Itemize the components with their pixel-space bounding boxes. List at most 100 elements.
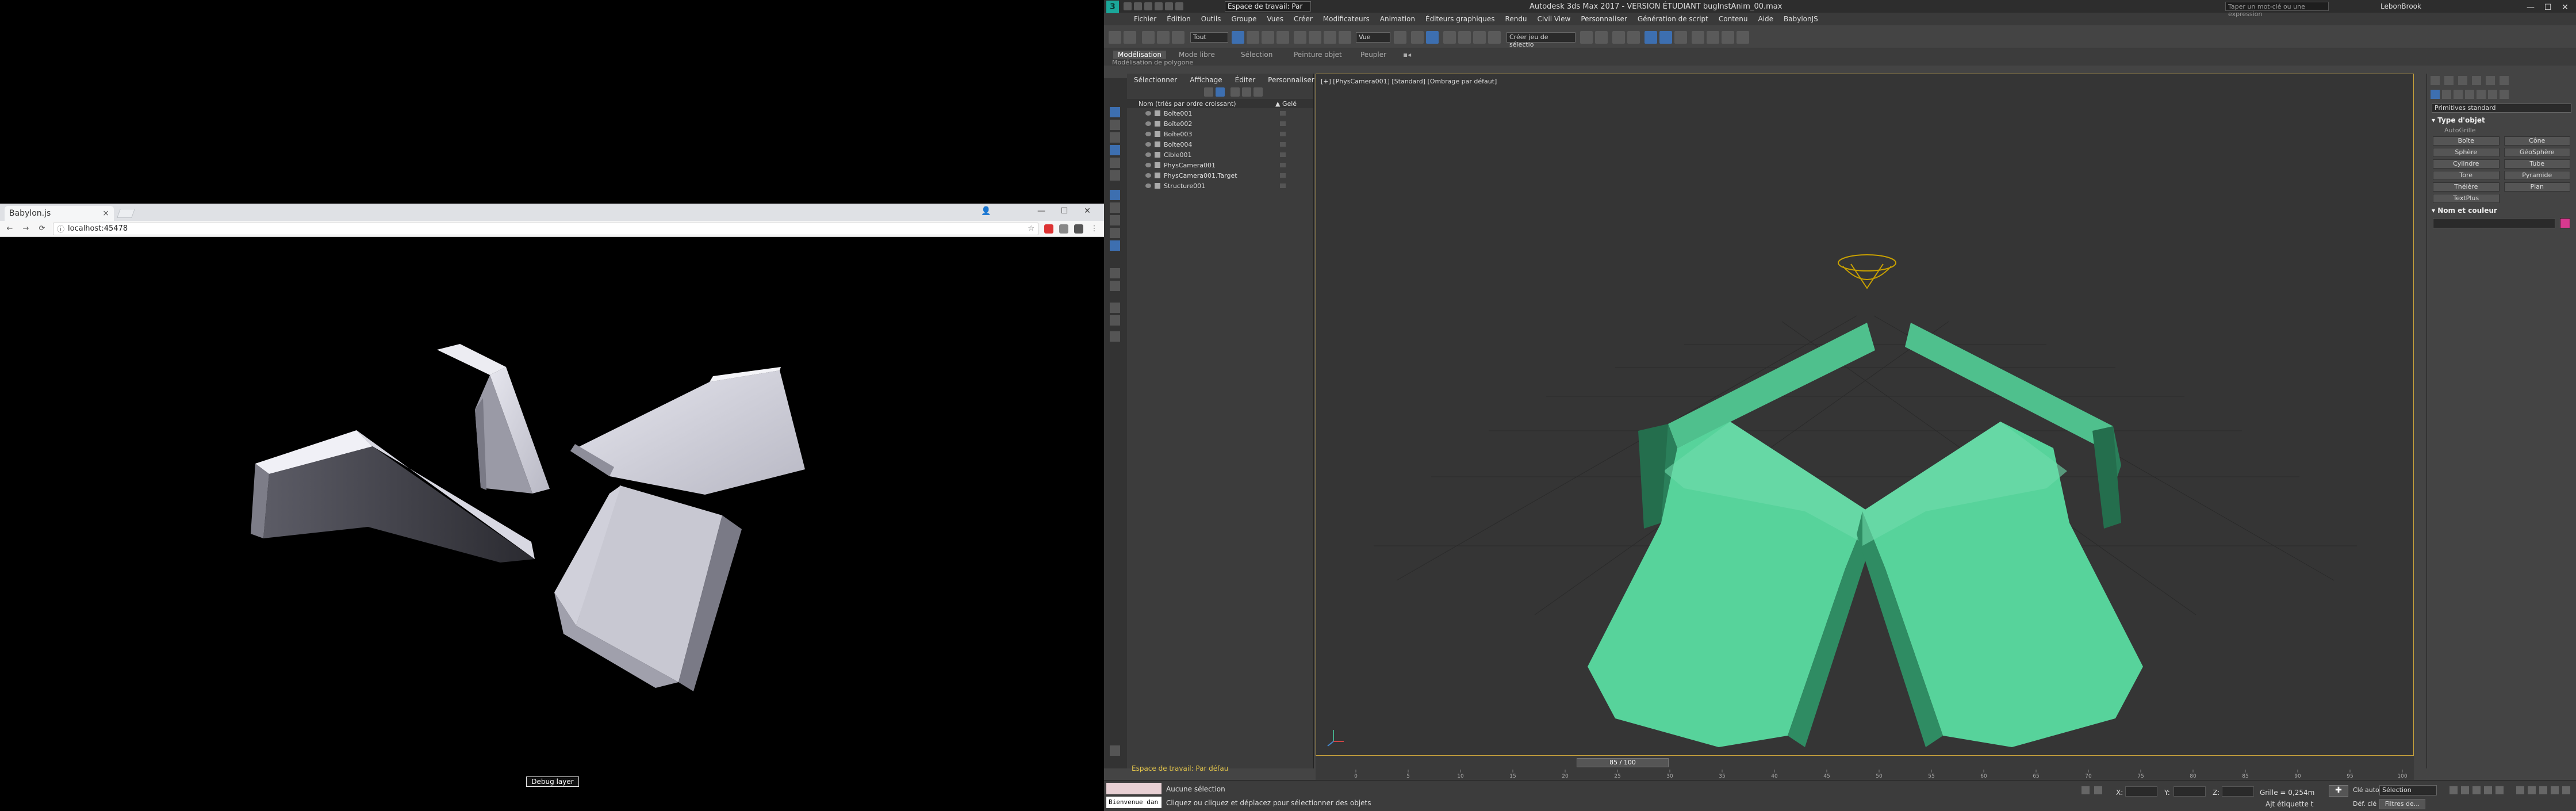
shapes-icon[interactable] bbox=[2442, 90, 2451, 99]
close-window-button[interactable]: ✕ bbox=[1081, 206, 1094, 217]
next-frame-icon[interactable] bbox=[2484, 786, 2492, 794]
extension-icon[interactable] bbox=[1044, 224, 1053, 234]
create-cylinder-button[interactable]: Cylindre bbox=[2433, 159, 2500, 169]
display-xrefs-icon[interactable] bbox=[1110, 202, 1120, 213]
autogrid-checkbox[interactable]: AutoGrille bbox=[2444, 127, 2559, 134]
spacewarps-icon[interactable] bbox=[2488, 90, 2497, 99]
auto-key-button[interactable]: Clé auto bbox=[2353, 786, 2379, 794]
object-color-swatch[interactable] bbox=[2560, 218, 2570, 228]
create-box-button[interactable]: Boîte bbox=[2433, 136, 2500, 146]
keyword-search-input[interactable]: Taper un mot-clé ou une expression bbox=[2225, 2, 2329, 18]
bookmark-star-icon[interactable]: ☆ bbox=[1028, 224, 1034, 233]
hierarchy-tab-icon[interactable] bbox=[2458, 76, 2467, 85]
angle-snap-icon[interactable] bbox=[1458, 31, 1471, 44]
ribbon-tab[interactable]: Mode libre bbox=[1179, 51, 1215, 59]
3dsmax-logo-icon[interactable]: 3 bbox=[1106, 1, 1119, 13]
display-geometry-icon[interactable] bbox=[1110, 107, 1120, 117]
freeze-icon[interactable] bbox=[1280, 152, 1286, 157]
render-setup-icon[interactable] bbox=[1692, 31, 1704, 44]
tab-close-icon[interactable]: × bbox=[102, 209, 109, 218]
browser-profile-icon[interactable]: 👤 bbox=[980, 206, 992, 217]
maximize-viewport-icon[interactable] bbox=[2562, 786, 2570, 794]
maxscript-listener[interactable] bbox=[1106, 783, 1162, 794]
region-select-icon[interactable] bbox=[1262, 31, 1274, 44]
menu-item[interactable]: Créer bbox=[1294, 15, 1313, 23]
menu-item[interactable]: Animation bbox=[1380, 15, 1415, 23]
explorer-options-icon[interactable] bbox=[1110, 745, 1120, 756]
scale-icon[interactable] bbox=[1324, 31, 1336, 44]
selection-filter-dropdown[interactable]: Tout bbox=[1190, 32, 1228, 43]
display-all-icon[interactable] bbox=[1110, 268, 1120, 278]
play-icon[interactable] bbox=[2472, 786, 2481, 794]
go-to-end-icon[interactable] bbox=[2496, 786, 2504, 794]
schematic-view-icon[interactable] bbox=[1659, 31, 1672, 44]
unlink-icon[interactable] bbox=[1157, 31, 1170, 44]
eye-icon[interactable] bbox=[1145, 142, 1151, 147]
set-key-button[interactable]: ✚ bbox=[2329, 785, 2348, 797]
ribbon-options-icon[interactable]: ▪◂ bbox=[1403, 51, 1411, 59]
isolate-icon[interactable] bbox=[2082, 786, 2090, 794]
display-spacewarps-icon[interactable] bbox=[1110, 170, 1120, 181]
menu-item[interactable]: Rendu bbox=[1505, 15, 1527, 23]
eye-icon[interactable] bbox=[1145, 183, 1151, 188]
explorer-menu-item[interactable]: Sélectionner bbox=[1134, 76, 1177, 84]
object-category-dropdown[interactable]: Primitives standard bbox=[2432, 104, 2571, 113]
explorer-menu-item[interactable]: Affichage bbox=[1190, 76, 1222, 84]
display-frozen-icon[interactable] bbox=[1110, 240, 1120, 251]
orbit-icon[interactable] bbox=[2551, 786, 2559, 794]
scene-item[interactable]: Boîte004 bbox=[1127, 139, 1313, 150]
name-color-rollout[interactable]: ▾ Nom et couleur bbox=[2432, 206, 2571, 215]
render-production-icon[interactable] bbox=[1722, 31, 1734, 44]
filter-icon[interactable] bbox=[1204, 87, 1213, 97]
undo-icon[interactable] bbox=[1109, 31, 1121, 44]
maxscript-mini-listener[interactable]: Bienvenue dan bbox=[1106, 797, 1162, 808]
undo-icon[interactable] bbox=[1155, 2, 1163, 10]
create-sphere-button[interactable]: Sphère bbox=[2433, 148, 2500, 157]
lock-selection-icon[interactable] bbox=[2094, 786, 2102, 794]
folder-icon[interactable] bbox=[1110, 331, 1120, 342]
extension-icon[interactable] bbox=[1074, 224, 1083, 234]
menu-item[interactable]: BabylonJS bbox=[1784, 15, 1818, 23]
menu-item[interactable]: Modificateurs bbox=[1323, 15, 1370, 23]
eye-icon[interactable] bbox=[1145, 152, 1151, 157]
scene-item[interactable]: PhysCamera001.Target bbox=[1127, 170, 1313, 181]
freeze-icon[interactable] bbox=[1280, 142, 1286, 147]
menu-item[interactable]: Aide bbox=[1758, 15, 1774, 23]
render-cloud-icon[interactable] bbox=[1736, 31, 1749, 44]
spinner-snap-icon[interactable] bbox=[1488, 31, 1501, 44]
display-cameras-icon[interactable] bbox=[1110, 145, 1120, 155]
menu-item[interactable]: Édition bbox=[1167, 15, 1191, 23]
object-type-rollout[interactable]: ▾ Type d'objet bbox=[2432, 116, 2571, 124]
eye-icon[interactable] bbox=[1145, 173, 1151, 178]
viewport-label[interactable]: [+] [PhysCamera001] [Standard] [Ombrage … bbox=[1321, 78, 1497, 85]
ribbon-tab[interactable]: Modélisation bbox=[1113, 51, 1166, 59]
menu-item[interactable]: Outils bbox=[1201, 15, 1221, 23]
reference-coordinate-dropdown[interactable]: Vue bbox=[1356, 32, 1390, 43]
named-selection-dropdown[interactable]: Créer jeu de sélectio bbox=[1506, 32, 1575, 48]
menu-item[interactable]: Contenu bbox=[1719, 15, 1748, 23]
redo-icon[interactable] bbox=[1124, 31, 1136, 44]
rendered-frame-window-icon[interactable] bbox=[1707, 31, 1719, 44]
extension-icon[interactable] bbox=[1059, 224, 1068, 234]
z-coordinate-field[interactable] bbox=[2222, 786, 2254, 797]
project-folder-icon[interactable] bbox=[1175, 2, 1183, 10]
freeze-icon[interactable] bbox=[1280, 121, 1286, 126]
x-coordinate-field[interactable] bbox=[2125, 786, 2157, 797]
maximize-button[interactable]: ☐ bbox=[1058, 206, 1071, 217]
menu-item[interactable]: Éditeurs graphiques bbox=[1425, 15, 1495, 23]
eye-icon[interactable] bbox=[1145, 163, 1151, 167]
create-geosphere-button[interactable]: GéoSphère bbox=[2504, 148, 2570, 157]
new-file-icon[interactable] bbox=[1124, 2, 1132, 10]
utilities-tab-icon[interactable] bbox=[2500, 76, 2509, 85]
create-cone-button[interactable]: Cône bbox=[2504, 136, 2570, 146]
display-containers-icon[interactable] bbox=[1110, 228, 1120, 238]
funnel-icon[interactable] bbox=[1216, 87, 1225, 97]
find-icon[interactable] bbox=[1110, 303, 1120, 313]
perspective-viewport[interactable]: [+] [PhysCamera001] [Standard] [Ombrage … bbox=[1316, 74, 2414, 756]
create-tube-button[interactable]: Tube bbox=[2504, 159, 2570, 169]
display-tab-icon[interactable] bbox=[2486, 76, 2495, 85]
window-crossing-icon[interactable] bbox=[1276, 31, 1289, 44]
debug-layer-button[interactable]: Debug layer bbox=[526, 776, 579, 787]
display-none-icon[interactable] bbox=[1110, 281, 1120, 291]
minimize-button[interactable]: — bbox=[1035, 206, 1048, 217]
